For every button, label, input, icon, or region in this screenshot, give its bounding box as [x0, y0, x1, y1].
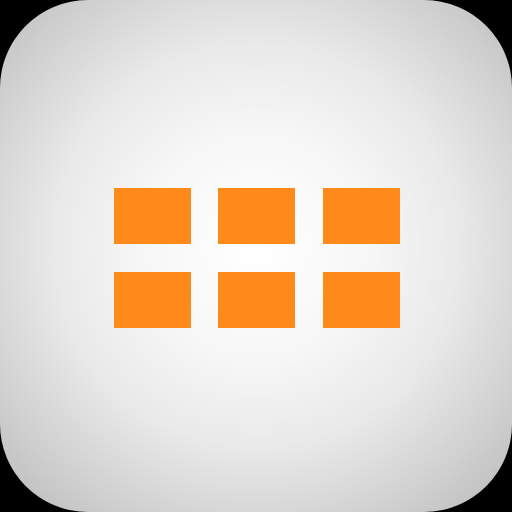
grid-tile [323, 272, 400, 328]
grid-icon [114, 188, 400, 328]
grid-tile [114, 188, 191, 244]
grid-tile [323, 188, 400, 244]
grid-tile [218, 272, 295, 328]
app-icon[interactable] [0, 0, 512, 512]
grid-tile [218, 188, 295, 244]
grid-tile [114, 272, 191, 328]
